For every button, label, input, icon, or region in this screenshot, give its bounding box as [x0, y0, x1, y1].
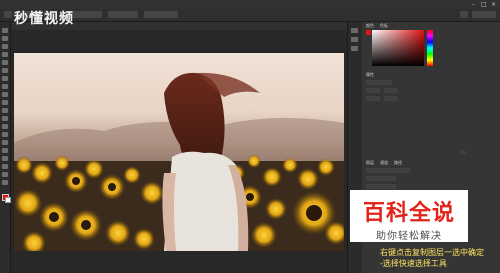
marquee-tool-icon[interactable]: [2, 36, 8, 41]
tab-channels[interactable]: 通道: [380, 160, 388, 166]
close-icon[interactable]: ×: [491, 1, 496, 8]
dodge-tool-icon[interactable]: [2, 132, 8, 137]
caption-line-1: 右键点击复制图层一选中确定: [380, 248, 484, 257]
enhance-edge-checkbox[interactable]: [108, 11, 138, 18]
info-panel-icon[interactable]: [351, 37, 358, 42]
minimize-icon[interactable]: –: [472, 1, 475, 8]
tab-properties[interactable]: 属性: [366, 72, 374, 78]
tools-panel[interactable]: [0, 22, 11, 273]
color-picker-field[interactable]: [372, 30, 424, 66]
eraser-tool-icon[interactable]: [2, 108, 8, 113]
properties-x-field[interactable]: [366, 96, 380, 101]
tab-swatches[interactable]: 色板: [380, 23, 388, 29]
zoom-tool-icon[interactable]: [2, 180, 8, 185]
blur-tool-icon[interactable]: [2, 124, 8, 129]
tab-color[interactable]: 颜色: [366, 23, 374, 29]
select-and-mask-button[interactable]: [144, 11, 178, 18]
baike-subtitle: 助你轻松解决: [376, 231, 442, 242]
caption-line-2: -选择快速选择工具: [380, 259, 447, 268]
subtitle-caption: 右键点击复制图层一选中确定 -选择快速选择工具: [380, 247, 500, 269]
menu-bar[interactable]: – □ ×: [0, 0, 500, 9]
blend-mode-select[interactable]: [366, 176, 396, 181]
search-icon[interactable]: [460, 11, 468, 18]
brush-tool-icon[interactable]: [2, 84, 8, 89]
lock-row[interactable]: [366, 184, 396, 189]
baike-title: 百科全说: [362, 201, 455, 226]
sunflower-photo: [14, 72, 344, 251]
character-panel-icon[interactable]: [351, 46, 358, 51]
crop-tool-icon[interactable]: [2, 60, 8, 65]
hue-slider[interactable]: [427, 30, 433, 66]
pen-tool-icon[interactable]: [2, 140, 8, 145]
hand-tool-icon[interactable]: [2, 172, 8, 177]
tab-layers[interactable]: 图层: [366, 160, 374, 166]
options-bar[interactable]: [0, 9, 500, 22]
gradient-tool-icon[interactable]: [2, 116, 8, 121]
camera-watermark-icon: ▭: [461, 150, 466, 156]
canvas-image[interactable]: [14, 53, 344, 251]
tab-paths[interactable]: 路径: [394, 160, 402, 166]
color-panel-foreground-swatch[interactable]: [366, 30, 371, 35]
history-brush-tool-icon[interactable]: [2, 100, 8, 105]
eyedropper-tool-icon[interactable]: [2, 68, 8, 73]
properties-row[interactable]: [366, 80, 392, 85]
tool-preset-icon[interactable]: [4, 11, 12, 18]
properties-y-field[interactable]: [384, 96, 398, 101]
healing-brush-tool-icon[interactable]: [2, 76, 8, 81]
maximize-icon[interactable]: □: [481, 1, 487, 8]
quick-selection-tool-icon[interactable]: [2, 52, 8, 57]
properties-w-field[interactable]: [366, 88, 380, 93]
lasso-tool-icon[interactable]: [2, 44, 8, 49]
layer-filter-row[interactable]: [366, 168, 410, 173]
clone-stamp-tool-icon[interactable]: [2, 92, 8, 97]
properties-h-field[interactable]: [384, 88, 398, 93]
type-tool-icon[interactable]: [2, 148, 8, 153]
shape-tool-icon[interactable]: [2, 164, 8, 169]
workspace-switcher[interactable]: [472, 11, 496, 18]
move-tool-icon[interactable]: [2, 28, 8, 33]
path-selection-tool-icon[interactable]: [2, 156, 8, 161]
watermark-logo: 秒懂视频: [14, 11, 74, 27]
history-panel-icon[interactable]: [351, 28, 358, 33]
